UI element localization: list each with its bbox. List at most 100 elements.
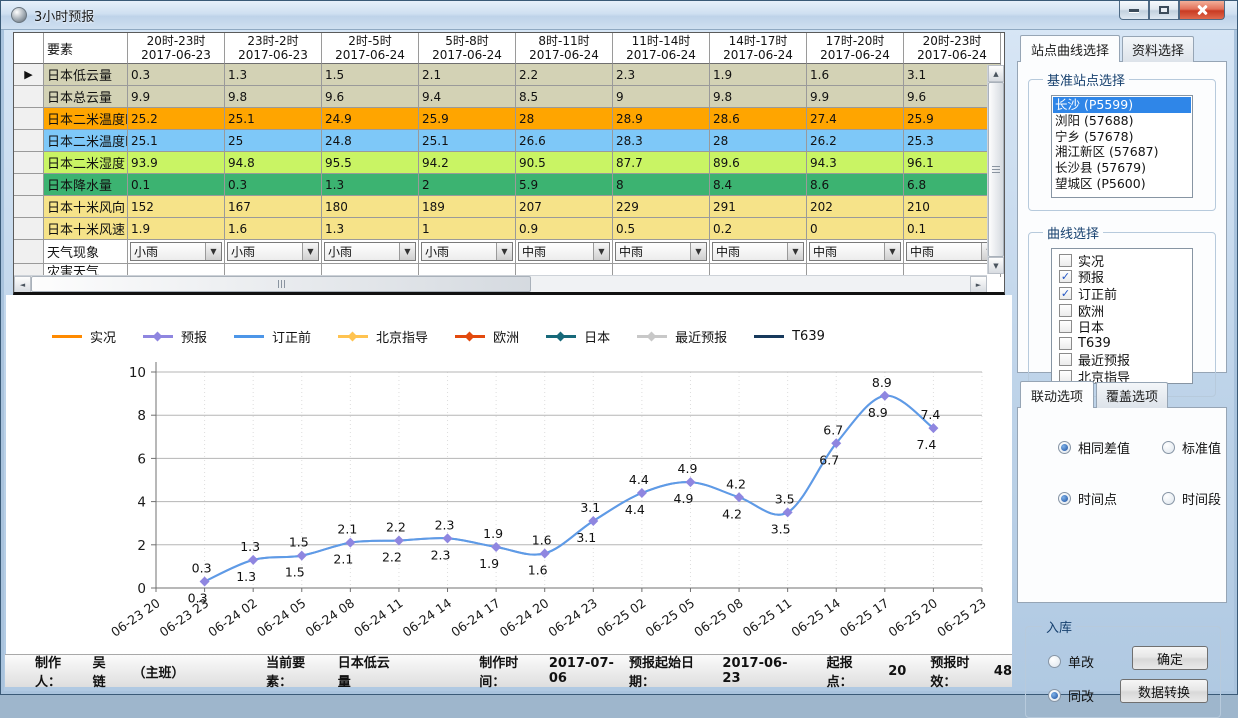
row-selector[interactable]: ▶ bbox=[14, 64, 44, 86]
table-cell[interactable]: 8.6 bbox=[807, 174, 904, 196]
table-cell[interactable]: 207 bbox=[516, 196, 613, 218]
table-cell[interactable]: 94.8 bbox=[225, 152, 322, 174]
station-item[interactable]: 宁乡 (57678) bbox=[1053, 129, 1191, 145]
table-cell[interactable]: 152 bbox=[128, 196, 225, 218]
scroll-down-icon[interactable]: ▼ bbox=[988, 257, 1004, 274]
forecast-chart-canvas[interactable]: 024681006-23 2006-23 2306-24 0206-24 050… bbox=[6, 348, 1010, 650]
table-cell[interactable]: 9.9 bbox=[807, 86, 904, 108]
station-item[interactable]: 长沙 (P5599) bbox=[1053, 97, 1191, 113]
table-cell[interactable]: 0.3 bbox=[128, 64, 225, 86]
table-cell[interactable]: 25.1 bbox=[225, 108, 322, 130]
table-cell[interactable]: 0.9 bbox=[516, 218, 613, 240]
weather-select[interactable]: 中雨▼ bbox=[518, 242, 610, 261]
weather-select[interactable]: 中雨▼ bbox=[906, 242, 998, 261]
table-cell[interactable]: 2.2 bbox=[516, 64, 613, 86]
table-cell[interactable]: 94.2 bbox=[419, 152, 516, 174]
chevron-down-icon[interactable]: ▼ bbox=[593, 243, 609, 260]
table-cell[interactable]: 93.9 bbox=[128, 152, 225, 174]
radio-option[interactable]: 单改 bbox=[1048, 652, 1120, 671]
close-button[interactable] bbox=[1179, 1, 1225, 20]
table-cell[interactable]: 2.3 bbox=[613, 64, 710, 86]
row-selector[interactable] bbox=[14, 130, 44, 152]
chevron-down-icon[interactable]: ▼ bbox=[302, 243, 318, 260]
table-cell[interactable]: 202 bbox=[807, 196, 904, 218]
table-cell[interactable]: 95.5 bbox=[322, 152, 419, 174]
curve-checkbox[interactable]: 实况 bbox=[1059, 252, 1190, 269]
table-cell[interactable]: 26.6 bbox=[516, 130, 613, 152]
table-cell[interactable]: 90.5 bbox=[516, 152, 613, 174]
row-selector[interactable] bbox=[14, 240, 44, 264]
radio-option[interactable]: 标准值 bbox=[1162, 438, 1226, 457]
data-convert-button[interactable]: 数据转换 bbox=[1120, 679, 1208, 703]
weather-select[interactable]: 小雨▼ bbox=[130, 242, 222, 261]
curve-checkbox[interactable]: T639 bbox=[1059, 335, 1190, 352]
table-cell[interactable]: 89.6 bbox=[710, 152, 807, 174]
table-cell[interactable]: 229 bbox=[613, 196, 710, 218]
tab-station-curve-select[interactable]: 站点曲线选择 bbox=[1020, 35, 1120, 62]
table-cell[interactable]: 25 bbox=[225, 130, 322, 152]
table-cell[interactable]: 28.9 bbox=[613, 108, 710, 130]
table-cell[interactable]: 9.4 bbox=[419, 86, 516, 108]
table-cell[interactable]: 1.5 bbox=[322, 64, 419, 86]
table-cell[interactable]: 189 bbox=[419, 196, 516, 218]
radio-option[interactable]: 时间点 bbox=[1058, 489, 1162, 508]
table-cell[interactable]: 9.9 bbox=[128, 86, 225, 108]
station-item[interactable]: 浏阳 (57688) bbox=[1053, 113, 1191, 129]
table-cell[interactable]: 28 bbox=[516, 108, 613, 130]
table-cell[interactable]: 24.9 bbox=[322, 108, 419, 130]
table-cell[interactable]: 291 bbox=[710, 196, 807, 218]
radio-option[interactable]: 时间段 bbox=[1162, 489, 1226, 508]
table-cell[interactable]: 25.1 bbox=[128, 130, 225, 152]
table-cell[interactable]: 9 bbox=[613, 86, 710, 108]
table-cell[interactable]: 25.1 bbox=[419, 130, 516, 152]
table-vertical-scrollbar[interactable]: ▲ ▼ bbox=[987, 65, 1004, 274]
station-listbox[interactable]: 长沙 (P5599)浏阳 (57688)宁乡 (57678)湘江新区 (5768… bbox=[1051, 95, 1193, 198]
table-cell[interactable]: 87.7 bbox=[613, 152, 710, 174]
curve-checkbox[interactable]: ✓预报 bbox=[1059, 269, 1190, 286]
chevron-down-icon[interactable]: ▼ bbox=[399, 243, 415, 260]
horizontal-scroll-thumb[interactable] bbox=[31, 276, 531, 292]
table-cell[interactable]: 2.1 bbox=[419, 64, 516, 86]
table-cell[interactable]: 1.3 bbox=[225, 64, 322, 86]
weather-select[interactable]: 小雨▼ bbox=[324, 242, 416, 261]
tab-overlay-options[interactable]: 覆盖选项 bbox=[1096, 382, 1168, 408]
station-item[interactable]: 长沙县 (57679) bbox=[1053, 160, 1191, 176]
station-item[interactable]: 湘江新区 (57687) bbox=[1053, 144, 1191, 160]
row-selector[interactable] bbox=[14, 174, 44, 196]
table-cell[interactable]: 8 bbox=[613, 174, 710, 196]
chevron-down-icon[interactable]: ▼ bbox=[690, 243, 706, 260]
table-cell[interactable]: 25.9 bbox=[419, 108, 516, 130]
table-cell[interactable]: 1.6 bbox=[225, 218, 322, 240]
table-cell[interactable]: 1.3 bbox=[322, 218, 419, 240]
weather-select[interactable]: 中雨▼ bbox=[712, 242, 804, 261]
table-cell[interactable]: 0.3 bbox=[225, 174, 322, 196]
weather-select[interactable]: 中雨▼ bbox=[809, 242, 901, 261]
table-cell[interactable]: 1.3 bbox=[322, 174, 419, 196]
radio-option[interactable]: 相同差值 bbox=[1058, 438, 1162, 457]
table-cell[interactable]: 167 bbox=[225, 196, 322, 218]
row-selector[interactable] bbox=[14, 152, 44, 174]
table-cell[interactable]: 1.9 bbox=[128, 218, 225, 240]
table-cell[interactable]: 0.5 bbox=[613, 218, 710, 240]
table-cell[interactable]: 94.3 bbox=[807, 152, 904, 174]
row-selector[interactable] bbox=[14, 218, 44, 240]
table-cell[interactable]: 9.6 bbox=[322, 86, 419, 108]
weather-select[interactable]: 小雨▼ bbox=[421, 242, 513, 261]
table-cell[interactable]: 8.5 bbox=[516, 86, 613, 108]
table-cell[interactable]: 25.2 bbox=[128, 108, 225, 130]
table-cell[interactable]: 28 bbox=[710, 130, 807, 152]
table-cell[interactable]: 0.1 bbox=[128, 174, 225, 196]
table-cell[interactable]: 9.8 bbox=[225, 86, 322, 108]
scroll-up-icon[interactable]: ▲ bbox=[988, 65, 1004, 82]
table-cell[interactable]: 1.9 bbox=[710, 64, 807, 86]
table-cell[interactable]: 0 bbox=[807, 218, 904, 240]
table-cell[interactable]: 24.8 bbox=[322, 130, 419, 152]
row-selector[interactable] bbox=[14, 196, 44, 218]
maximize-button[interactable] bbox=[1149, 1, 1179, 20]
station-item[interactable]: 望城区 (P5600) bbox=[1053, 176, 1191, 192]
table-cell[interactable]: 180 bbox=[322, 196, 419, 218]
radio-option[interactable]: 同改 bbox=[1048, 686, 1120, 705]
table-cell[interactable]: 9.8 bbox=[710, 86, 807, 108]
curve-checkbox[interactable]: ✓订正前 bbox=[1059, 285, 1190, 302]
table-cell[interactable]: 1.6 bbox=[807, 64, 904, 86]
